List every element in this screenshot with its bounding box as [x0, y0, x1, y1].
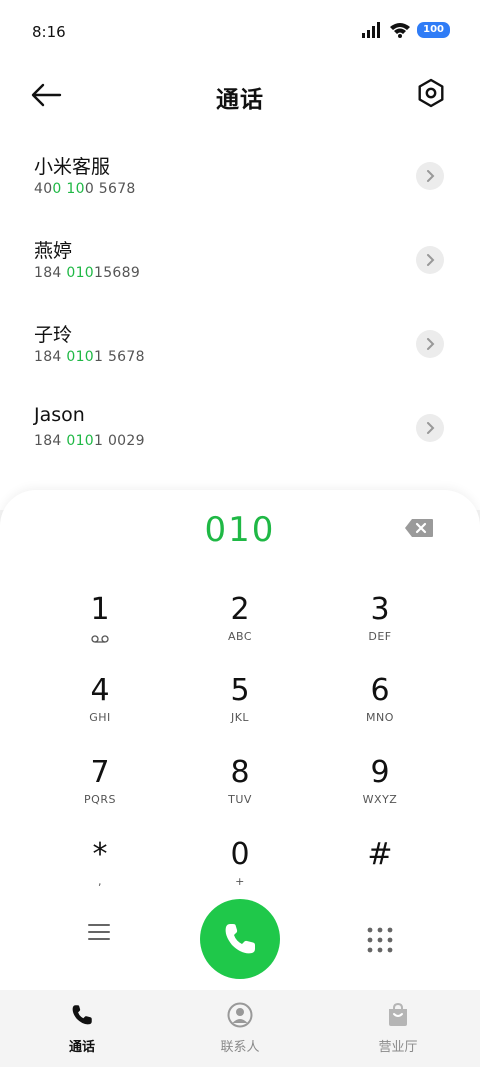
- contact-number: 184 01015689: [34, 265, 141, 281]
- key-4[interactable]: 4 GHI: [30, 663, 170, 743]
- contact-name: Jason: [34, 404, 85, 426]
- signal-icon: [362, 22, 381, 38]
- tab-calls[interactable]: 通话: [22, 1002, 142, 1055]
- detail-button[interactable]: [416, 162, 444, 190]
- backspace-icon: [405, 519, 433, 537]
- keypad-toggle-button[interactable]: [366, 926, 394, 954]
- key-6[interactable]: 6 MNO: [310, 663, 450, 743]
- status-time: 8:16: [32, 23, 66, 41]
- chevron-right-icon: [427, 254, 435, 266]
- detail-button[interactable]: [416, 330, 444, 358]
- shopping-bag-icon: [389, 1002, 407, 1026]
- contact-name: 燕婷: [34, 240, 73, 262]
- key-0[interactable]: 0 +: [170, 827, 310, 907]
- wifi-icon: [390, 23, 411, 38]
- chevron-right-icon: [427, 338, 435, 350]
- key-3[interactable]: 3 DEF: [310, 582, 450, 662]
- list-item[interactable]: Jason 184 0101 0029: [0, 382, 480, 466]
- phone-icon: [225, 924, 255, 954]
- contact-name: 小米客服: [34, 156, 111, 178]
- key-8[interactable]: 8 TUV: [170, 745, 310, 825]
- key-1[interactable]: 1: [30, 582, 170, 662]
- list-item[interactable]: 燕婷 184 01015689: [0, 214, 480, 298]
- settings-hexagon-icon: [418, 78, 444, 108]
- key-5[interactable]: 5 JKL: [170, 663, 310, 743]
- chevron-right-icon: [427, 422, 435, 434]
- key-2[interactable]: 2 ABC: [170, 582, 310, 662]
- dialpad: 010 1 2 ABC 3 DEF 4 GHI 5 JKL 6 MNO 7 PQ…: [0, 490, 480, 990]
- key-9[interactable]: 9 WXYZ: [310, 745, 450, 825]
- contact-number: 184 0101 5678: [34, 349, 145, 365]
- header: 通话: [0, 64, 480, 130]
- hamburger-menu-icon: [88, 924, 110, 940]
- status-bar: 8:16 100: [0, 0, 480, 64]
- contact-name: 子玲: [34, 324, 73, 346]
- chevron-right-icon: [427, 170, 435, 182]
- page-title: 通话: [216, 87, 264, 113]
- status-icons: 100: [361, 22, 450, 38]
- search-results-list: 小米客服 400 100 5678 燕婷 184 01015689 子玲 184…: [0, 130, 480, 510]
- detail-button[interactable]: [416, 414, 444, 442]
- detail-button[interactable]: [416, 246, 444, 274]
- phone-icon: [72, 1005, 92, 1025]
- key-hash[interactable]: #: [310, 827, 450, 907]
- contact-avatar-icon: [227, 1002, 253, 1028]
- key-7[interactable]: 7 PQRS: [30, 745, 170, 825]
- key-star[interactable]: * ,: [30, 827, 170, 907]
- settings-button[interactable]: [416, 78, 448, 110]
- keypad-grid-icon: [367, 927, 393, 953]
- list-item[interactable]: 小米客服 400 100 5678: [0, 130, 480, 214]
- voicemail-icon: [91, 635, 109, 643]
- menu-button[interactable]: [84, 920, 114, 944]
- contact-number: 400 100 5678: [34, 181, 136, 197]
- tab-contacts[interactable]: 联系人: [180, 1002, 300, 1055]
- backspace-button[interactable]: [404, 518, 434, 538]
- call-button[interactable]: [200, 899, 280, 979]
- contact-number: 184 0101 0029: [34, 433, 145, 449]
- tab-business-hall[interactable]: 营业厅: [338, 1002, 458, 1055]
- battery-indicator: 100: [417, 22, 450, 38]
- tab-bar: 通话 联系人 营业厅: [0, 990, 480, 1067]
- list-item[interactable]: 子玲 184 0101 5678: [0, 298, 480, 382]
